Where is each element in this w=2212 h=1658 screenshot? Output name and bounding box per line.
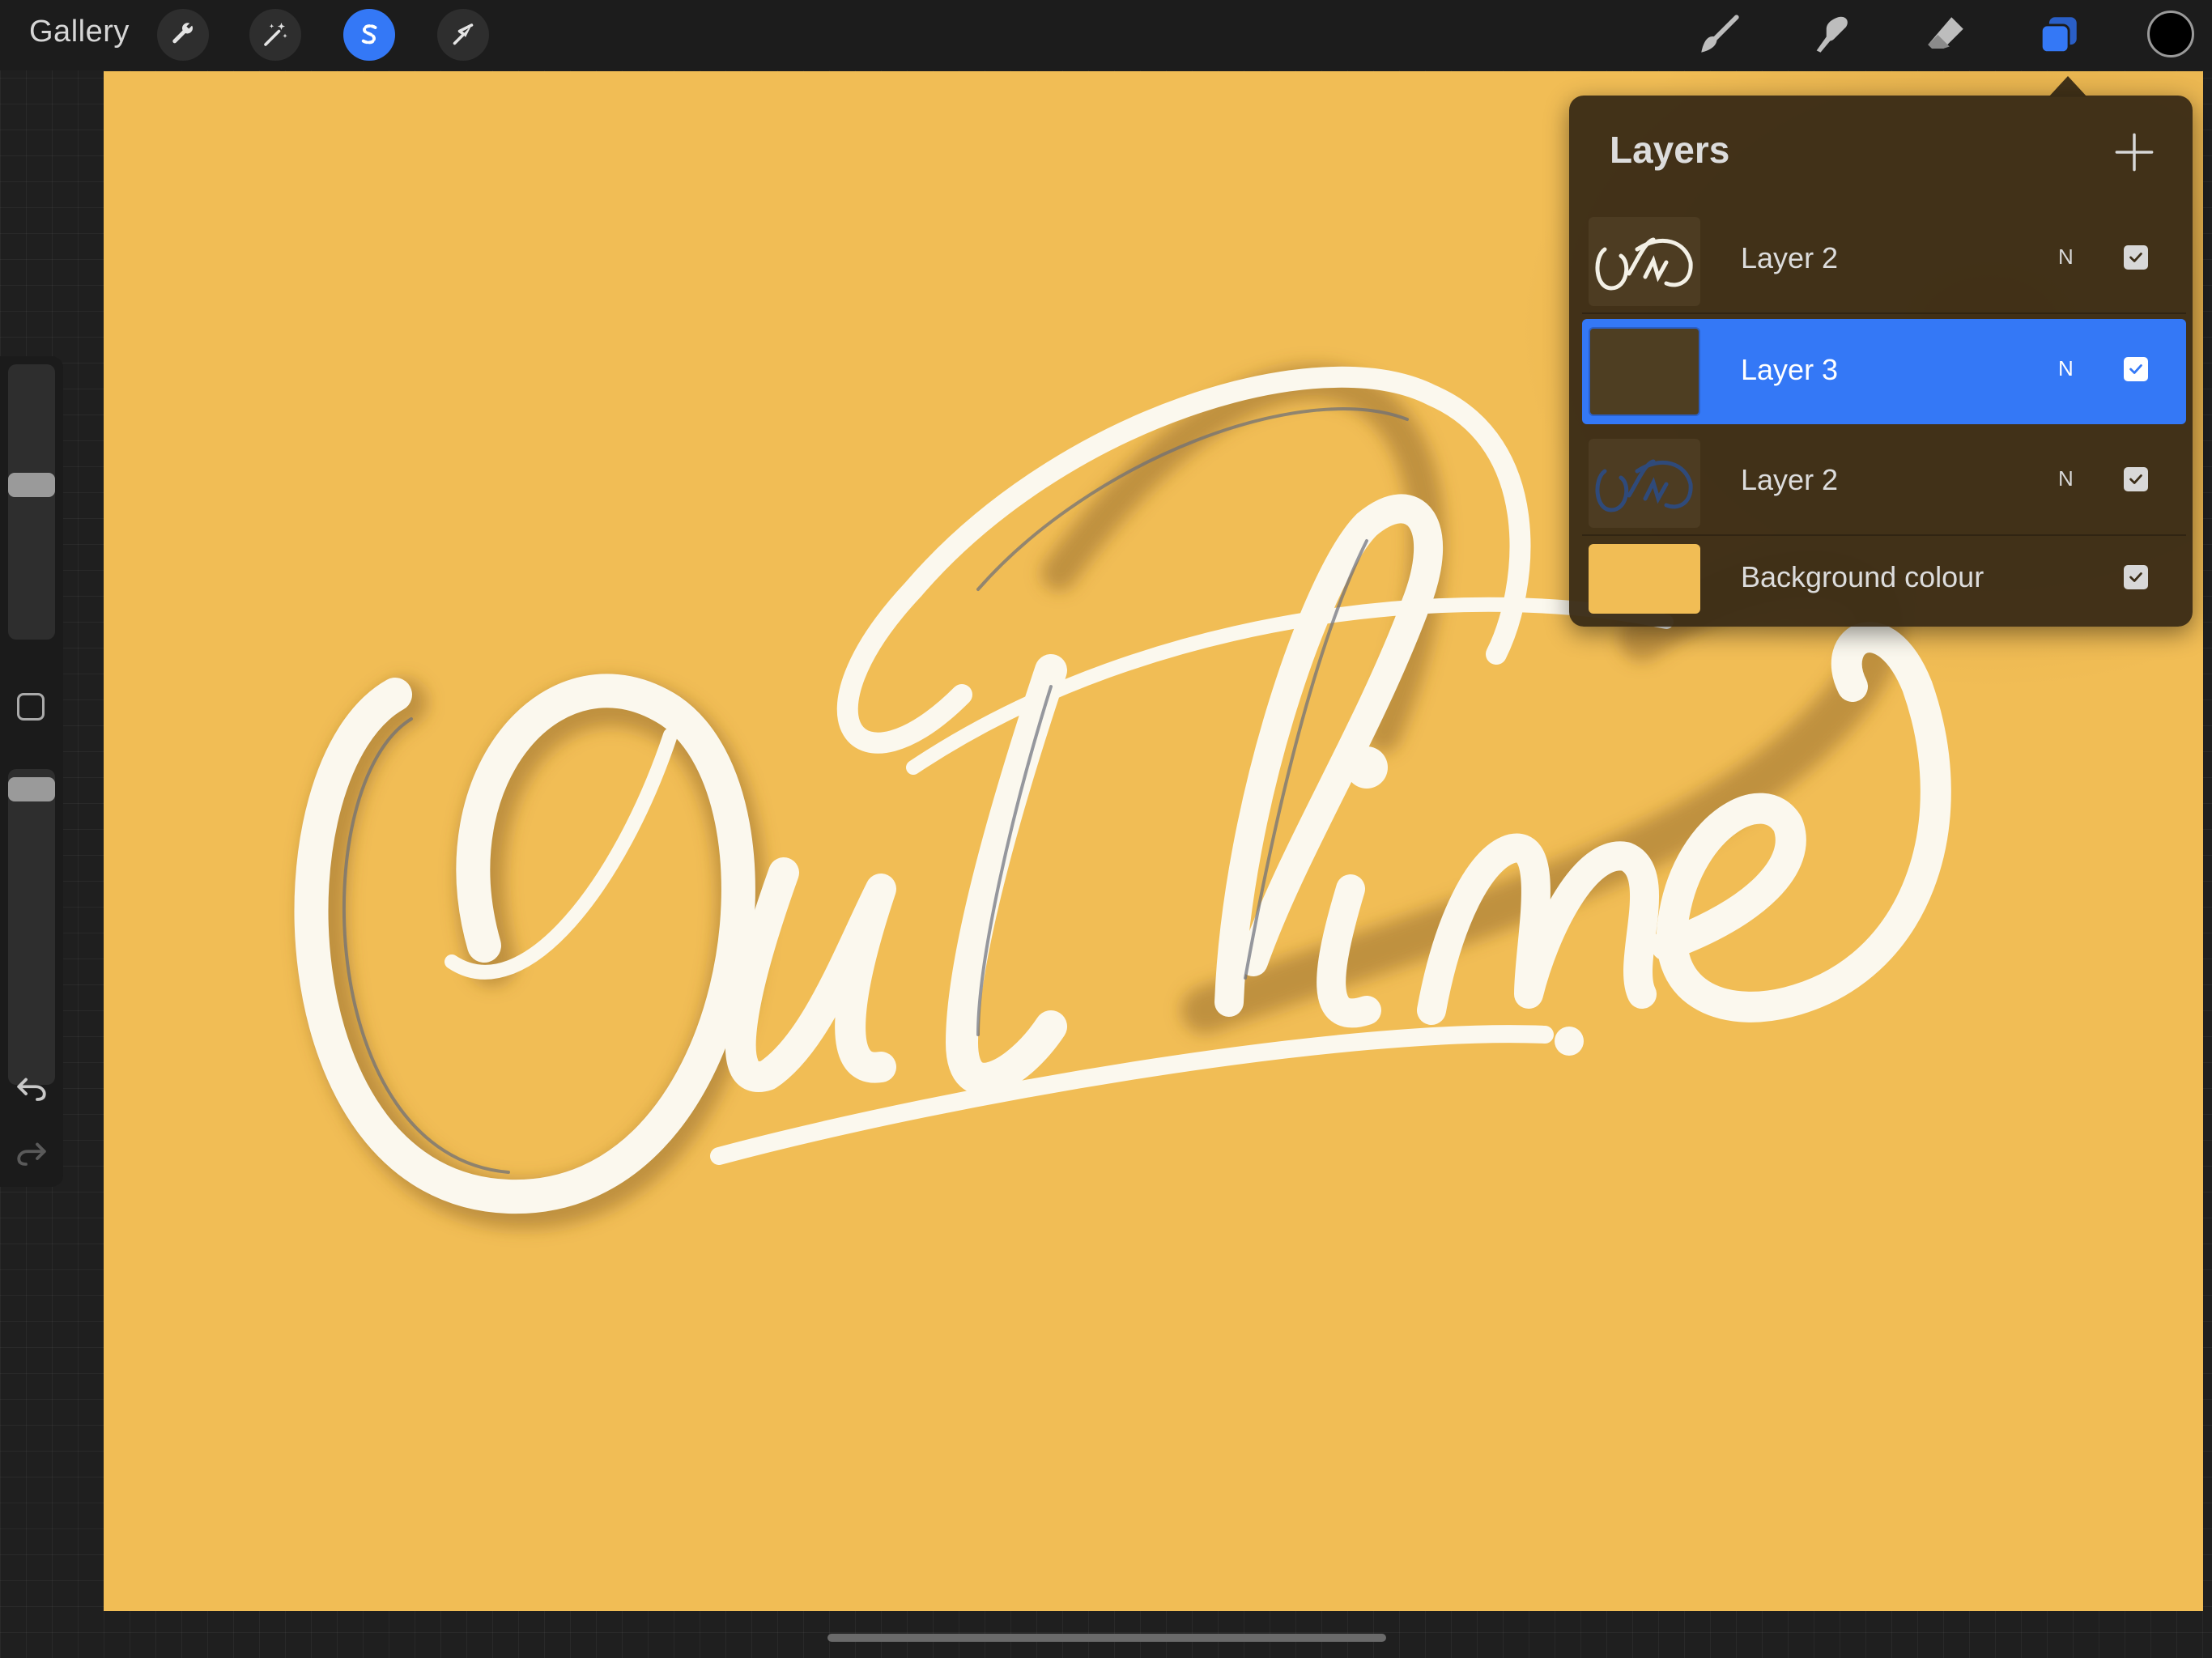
transform-button[interactable] [437,9,489,61]
selection-button[interactable] [343,9,395,61]
layer-visibility-checkbox[interactable] [2124,467,2148,491]
add-layer-button[interactable] [2113,131,2155,173]
blend-mode-button[interactable]: N [2058,466,2074,491]
redo-button[interactable] [15,1138,49,1167]
blend-mode-button[interactable]: N [2058,356,2074,381]
layers-tool-button[interactable] [2032,8,2086,62]
layer-name: Layer 2 [1741,463,1839,496]
layer-thumbnail-lettering [1589,217,1700,306]
magic-wand-icon [264,23,287,46]
brush-tool-button[interactable] [1692,8,1746,62]
layer-name: Background colour [1741,560,1984,593]
brush-size-slider-thumb[interactable] [8,473,55,497]
arrow-cursor-icon [453,23,474,45]
layer-row-selected[interactable]: Layer 3 N [1582,319,2186,424]
layer-visibility-checkbox[interactable] [2124,565,2148,589]
opacity-slider-thumb[interactable] [8,777,55,801]
layer-visibility-checkbox[interactable] [2124,245,2148,270]
actions-button[interactable] [157,9,209,61]
layer-row[interactable]: Layer 2 N [1582,431,2186,536]
color-picker-swatch[interactable] [2147,11,2194,57]
checkmark-icon [2129,572,2142,582]
eraser-icon [1928,17,1963,49]
layer-thumbnail-shadow [1589,327,1700,416]
background-colour-swatch[interactable] [1589,544,1700,614]
smudge-tool-button[interactable] [1806,8,1859,62]
blend-mode-button[interactable]: N [2058,244,2074,270]
wrench-icon [172,23,193,44]
left-sidebar [0,356,63,1187]
layers-panel-title: Layers [1610,129,1730,171]
layer-name: Layer 2 [1741,241,1839,274]
undo-button[interactable] [15,1073,49,1103]
checkmark-icon [2129,364,2142,374]
layers-panel-caret [2048,76,2087,97]
brush-size-slider[interactable] [8,364,55,640]
modify-button-square-icon[interactable] [17,693,45,721]
smudge-icon [1816,16,1848,53]
home-indicator[interactable] [827,1634,1386,1642]
background-colour-row[interactable]: Background colour [1582,538,2186,620]
layer-row[interactable]: Layer 2 N [1582,209,2186,314]
layer-name: Layer 3 [1741,353,1839,386]
brush-icon [1701,15,1739,53]
layer-visibility-checkbox[interactable] [2124,357,2148,381]
gallery-button[interactable]: Gallery [29,15,130,49]
selection-s-icon [361,24,377,45]
layers-icon [2040,17,2077,54]
adjustments-button[interactable] [249,9,301,61]
redo-icon [17,1142,46,1166]
opacity-slider[interactable] [8,769,55,1085]
plus-icon [2115,133,2154,172]
checkmark-icon [2129,474,2142,484]
eraser-tool-button[interactable] [1919,8,1972,62]
checkmark-icon [2129,253,2142,262]
layers-panel: Layers Layer 2 N Layer 3 N Layer 2 N Bac… [1569,96,2193,627]
top-toolbar: Gallery [0,0,2212,70]
layer-thumbnail-blue-lettering [1589,439,1700,528]
undo-icon [17,1078,46,1101]
